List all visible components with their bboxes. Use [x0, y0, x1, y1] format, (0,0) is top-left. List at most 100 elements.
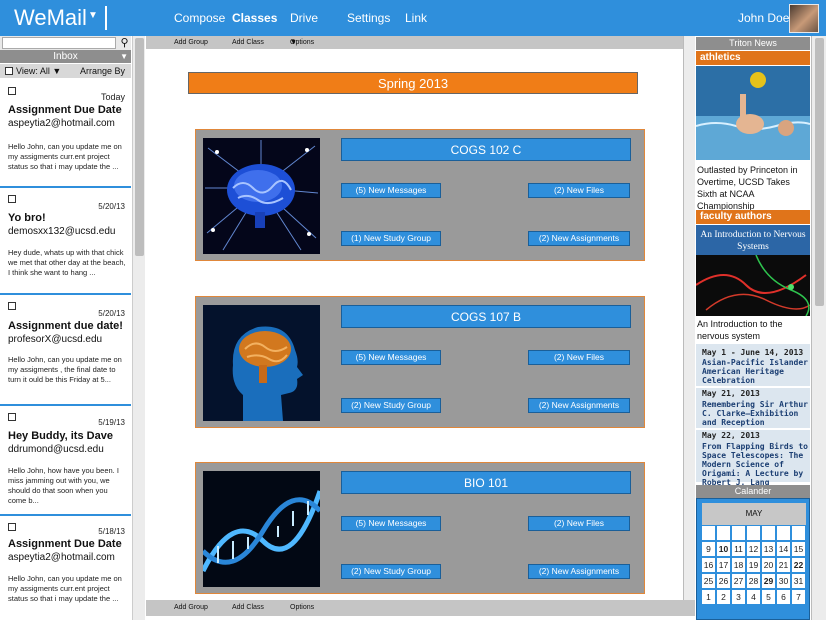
- calendar-day[interactable]: 12: [747, 542, 760, 556]
- message-sender: aspeytia2@hotmail.com: [8, 552, 115, 563]
- calendar-day[interactable]: 5: [762, 590, 775, 604]
- calendar-day[interactable]: 11: [732, 542, 745, 556]
- course-card: BIO 101 (5) New Messages (2) New Files (…: [195, 462, 645, 594]
- message-date: Today: [100, 92, 125, 102]
- new-study-group-button[interactable]: (2) New Study Group: [341, 398, 441, 413]
- calendar-day[interactable]: 15: [792, 542, 805, 556]
- message-checkbox[interactable]: [8, 195, 16, 203]
- calendar-day[interactable]: 2: [717, 590, 730, 604]
- calendar-day[interactable]: 14: [777, 542, 790, 556]
- new-messages-button[interactable]: (5) New Messages: [341, 350, 441, 365]
- nav-link[interactable]: Link: [405, 11, 427, 25]
- calendar-day[interactable]: 7: [792, 590, 805, 604]
- calendar-day[interactable]: [717, 526, 730, 540]
- calendar-day[interactable]: 17: [717, 558, 730, 572]
- course-title[interactable]: COGS 102 C: [341, 138, 631, 161]
- calendar-day[interactable]: [777, 526, 790, 540]
- new-assignments-button[interactable]: (2) New Assignments: [528, 231, 630, 246]
- message-item[interactable]: 5/20/13 Assignment due date! profesorX@u…: [0, 295, 131, 406]
- app-logo[interactable]: WeMail: [14, 5, 87, 31]
- message-item[interactable]: 5/19/13 Hey Buddy, its Dave ddrumond@ucs…: [0, 406, 131, 516]
- view-filter[interactable]: View: All ▼: [16, 64, 61, 78]
- options-button[interactable]: Options: [290, 600, 314, 616]
- calendar-day[interactable]: 4: [747, 590, 760, 604]
- nav-drive[interactable]: Drive: [290, 11, 318, 25]
- calendar-day[interactable]: [762, 526, 775, 540]
- new-files-button[interactable]: (2) New Files: [528, 516, 630, 531]
- scroll-thumb[interactable]: [135, 38, 144, 256]
- calendar-day[interactable]: 27: [732, 574, 745, 588]
- calendar-day[interactable]: 19: [747, 558, 760, 572]
- athletics-caption[interactable]: Outlasted by Princeton in Overtime, UCSD…: [697, 164, 809, 212]
- chevron-down-icon[interactable]: ▼: [120, 50, 128, 63]
- news-category-faculty[interactable]: faculty authors: [696, 210, 810, 224]
- calendar-day[interactable]: 3: [732, 590, 745, 604]
- calendar-day[interactable]: 29: [762, 574, 775, 588]
- nav-settings[interactable]: Settings: [347, 11, 390, 25]
- calendar-day[interactable]: 16: [702, 558, 715, 572]
- calendar-day[interactable]: 18: [732, 558, 745, 572]
- scroll-thumb[interactable]: [815, 38, 824, 306]
- calendar-day[interactable]: 30: [777, 574, 790, 588]
- user-name[interactable]: John Doe: [738, 11, 789, 25]
- calendar-day[interactable]: 26: [717, 574, 730, 588]
- select-all-checkbox[interactable]: [5, 67, 13, 75]
- message-preview: Hello John, can you update me on my assi…: [8, 355, 122, 384]
- calendar-day[interactable]: 9: [702, 542, 715, 556]
- calendar-day[interactable]: 28: [747, 574, 760, 588]
- message-checkbox[interactable]: [8, 87, 16, 95]
- water-polo-image[interactable]: [695, 66, 811, 160]
- news-scrollbar[interactable]: [811, 36, 826, 620]
- message-checkbox[interactable]: [8, 302, 16, 310]
- calendar-day[interactable]: 22: [792, 558, 805, 572]
- course-title[interactable]: BIO 101: [341, 471, 631, 494]
- new-files-button[interactable]: (2) New Files: [528, 183, 630, 198]
- event-link[interactable]: Asian-Pacific Islander American Heritage…: [702, 358, 808, 385]
- new-assignments-button[interactable]: (2) New Assignments: [528, 564, 630, 579]
- calendar-day[interactable]: 25: [702, 574, 715, 588]
- new-assignments-button[interactable]: (2) New Assignments: [528, 398, 630, 413]
- book-cover-image[interactable]: An Introduction to Nervous Systems: [696, 225, 810, 316]
- calendar-day[interactable]: [792, 526, 805, 540]
- options-menu[interactable]: Options ▼: [290, 36, 314, 49]
- new-messages-button[interactable]: (5) New Messages: [341, 183, 441, 198]
- search-icon[interactable]: ⚲: [118, 36, 131, 50]
- message-checkbox[interactable]: [8, 523, 16, 531]
- inbox-header[interactable]: Inbox ▼: [0, 50, 131, 63]
- news-category-athletics[interactable]: athletics: [696, 51, 810, 65]
- calendar-day[interactable]: [702, 526, 715, 540]
- main-scrollbar[interactable]: [683, 36, 695, 600]
- calendar-day[interactable]: [747, 526, 760, 540]
- inbox-scrollbar[interactable]: [132, 36, 145, 620]
- inbox-panel: ⚲ Inbox ▼ View: All ▼ Arrange By ▼ Today…: [0, 36, 145, 620]
- chevron-down-icon[interactable]: ▼: [88, 10, 98, 21]
- course-title[interactable]: COGS 107 B: [341, 305, 631, 328]
- calendar-day[interactable]: [732, 526, 745, 540]
- calendar-day[interactable]: 31: [792, 574, 805, 588]
- add-class-button[interactable]: Add Class: [232, 600, 264, 616]
- message-item[interactable]: 5/18/13 Assignment Due Date aspeytia2@ho…: [0, 516, 131, 620]
- message-checkbox[interactable]: [8, 413, 16, 421]
- new-study-group-button[interactable]: (1) New Study Group: [341, 231, 441, 246]
- calendar-day[interactable]: 6: [777, 590, 790, 604]
- message-item[interactable]: 5/20/13 Yo bro! demosxx132@ucsd.edu Hey …: [0, 188, 131, 295]
- new-files-button[interactable]: (2) New Files: [528, 350, 630, 365]
- add-class-button[interactable]: Add Class: [232, 36, 264, 49]
- calendar-day[interactable]: 1: [702, 590, 715, 604]
- event-link[interactable]: Remembering Sir Arthur C. Clarke—Exhibit…: [702, 400, 808, 427]
- add-group-button[interactable]: Add Group: [174, 36, 208, 49]
- event-link[interactable]: From Flapping Birds to Space Telescopes:…: [702, 442, 808, 487]
- calendar-day[interactable]: 10: [717, 542, 730, 556]
- search-input[interactable]: [2, 37, 116, 49]
- avatar[interactable]: [789, 4, 819, 33]
- nav-compose[interactable]: Compose: [174, 11, 225, 25]
- faculty-caption[interactable]: An Introduction to the nervous system: [697, 318, 809, 342]
- calendar-day[interactable]: 21: [777, 558, 790, 572]
- new-messages-button[interactable]: (5) New Messages: [341, 516, 441, 531]
- add-group-button[interactable]: Add Group: [174, 600, 208, 616]
- calendar-day[interactable]: 13: [762, 542, 775, 556]
- calendar-day[interactable]: 20: [762, 558, 775, 572]
- message-item[interactable]: Today Assignment Due Date aspeytia2@hotm…: [0, 80, 131, 188]
- nav-classes[interactable]: Classes: [232, 11, 277, 25]
- new-study-group-button[interactable]: (2) New Study Group: [341, 564, 441, 579]
